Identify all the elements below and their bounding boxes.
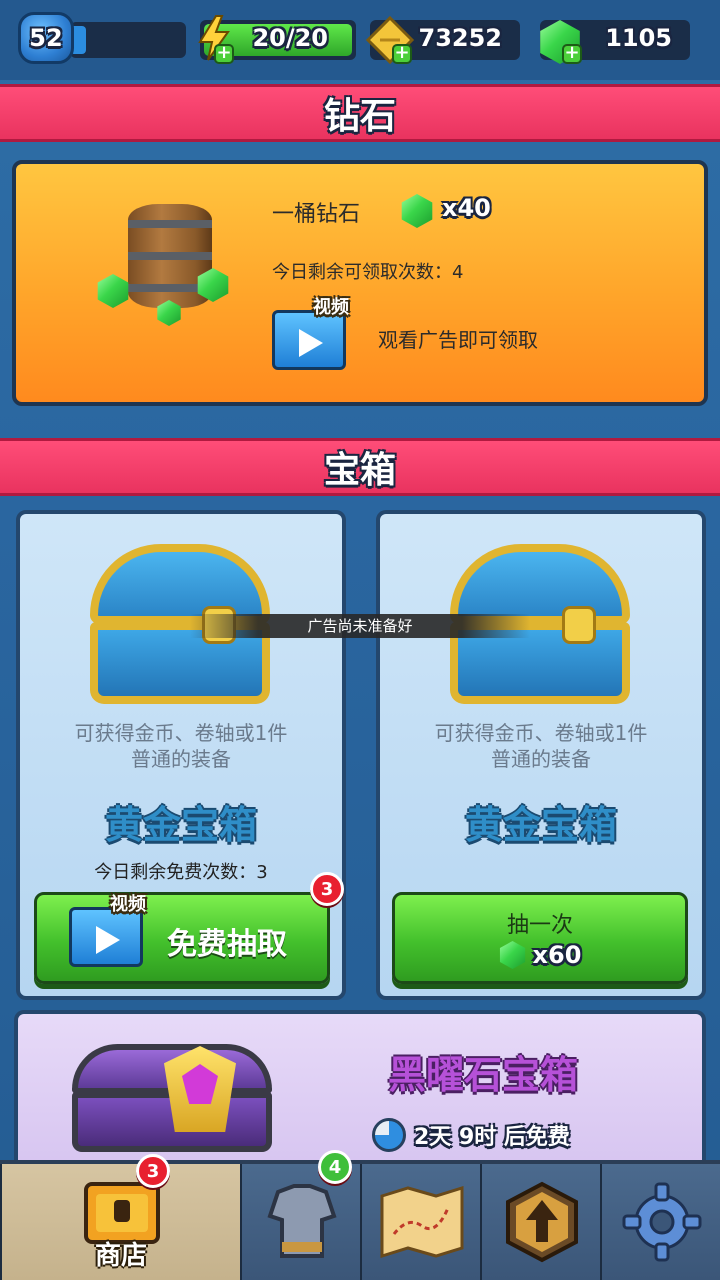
watch-video-button[interactable]: 视频 — [272, 297, 349, 370]
gold-value: 73252 — [418, 24, 503, 52]
obsidian-timer-text: 2天 9时 后免费 — [414, 1125, 570, 1150]
tab-upgrade[interactable] — [480, 1164, 600, 1280]
obsidian-chest-card[interactable]: 黑曜石宝箱 2天 9时 后免费 — [14, 1010, 706, 1180]
clock-icon — [372, 1118, 406, 1152]
video-tag: 视频 — [110, 894, 146, 915]
free-draw-badge: 3 — [310, 872, 344, 906]
chest-description: 可获得金币、卷轴或1件 普通的装备 — [434, 721, 648, 771]
gold-chest-purchase-card: 可获得金币、卷轴或1件 普通的装备 黄金宝箱 抽一次 x60 — [376, 510, 706, 1000]
chest-description: 可获得金币、卷轴或1件 普通的装备 — [74, 721, 288, 771]
play-icon — [299, 329, 323, 357]
obsidian-chest-title: 黑曜石宝箱 — [388, 1053, 579, 1097]
draw-cost: x60 — [395, 941, 685, 969]
bottom-navigation: 3 商店 4 — [0, 1150, 720, 1280]
draw-once-button[interactable]: 抽一次 x60 — [392, 892, 688, 984]
gold-chest-free-card: 可获得金币、卷轴或1件 普通的装备 黄金宝箱 今日剩余免费次数：3 视频 免费抽… — [16, 510, 346, 1000]
add-gems-icon[interactable]: + — [562, 44, 582, 64]
offer-remaining: 今日剩余可领取次数：4 — [272, 262, 464, 283]
add-gold-icon[interactable]: + — [392, 44, 412, 64]
chest-section-banner: 宝箱 — [0, 438, 720, 496]
equipment-badge: 4 — [318, 1150, 352, 1184]
gem-pile-icon — [97, 274, 129, 308]
free-draw-label: 免费抽取 — [167, 927, 287, 962]
tab-shop[interactable]: 3 商店 — [0, 1154, 240, 1280]
level-badge[interactable]: 52 — [18, 12, 74, 64]
tab-equipment[interactable]: 4 — [240, 1150, 360, 1280]
energy-value: 20/20 — [252, 24, 328, 52]
ad-not-ready-toast: 广告尚未准备好 — [190, 614, 530, 638]
level-progress — [70, 22, 186, 58]
add-energy-icon[interactable]: + — [214, 44, 234, 64]
video-tag: 视频 — [313, 297, 349, 318]
chest-title: 黄金宝箱 — [104, 803, 257, 847]
gem-value: 1105 — [605, 24, 672, 52]
free-draw-button[interactable]: 视频 免费抽取 — [34, 892, 330, 984]
gem-barrel-offer-card[interactable]: 一桶钻石 x40 今日剩余可领取次数：4 视频 观看广告即可领取 — [12, 160, 708, 406]
gem-icon — [401, 194, 433, 228]
upgrade-arrow-icon — [506, 1181, 578, 1263]
watch-ad-hint: 观看广告即可领取 — [378, 328, 538, 352]
offer-amount: x40 — [442, 194, 491, 222]
shop-badge: 3 — [136, 1154, 170, 1188]
chest-free-remaining: 今日剩余免费次数：3 — [94, 862, 268, 883]
play-icon — [96, 926, 120, 954]
offer-name: 一桶钻石 — [272, 202, 361, 227]
tab-map[interactable] — [360, 1164, 480, 1280]
draw-once-label: 抽一次 — [506, 913, 573, 938]
chest-title: 黄金宝箱 — [464, 803, 617, 847]
tab-shop-label: 商店 — [94, 1241, 147, 1271]
obsidian-timer: 2天 9时 后免费 — [372, 1118, 570, 1152]
map-icon — [380, 1186, 464, 1258]
tab-settings[interactable] — [600, 1164, 720, 1280]
gem-icon — [499, 941, 526, 969]
armor-icon — [267, 1184, 337, 1258]
video-icon: 视频 — [69, 894, 146, 967]
resource-bar: 52 20/20 + 73252 + 1105 + — [0, 0, 720, 80]
draw-cost-value: x60 — [532, 941, 582, 969]
diamond-section-banner: 钻石 — [0, 84, 720, 142]
gear-icon — [622, 1182, 702, 1262]
obsidian-chest-image — [72, 1044, 272, 1154]
